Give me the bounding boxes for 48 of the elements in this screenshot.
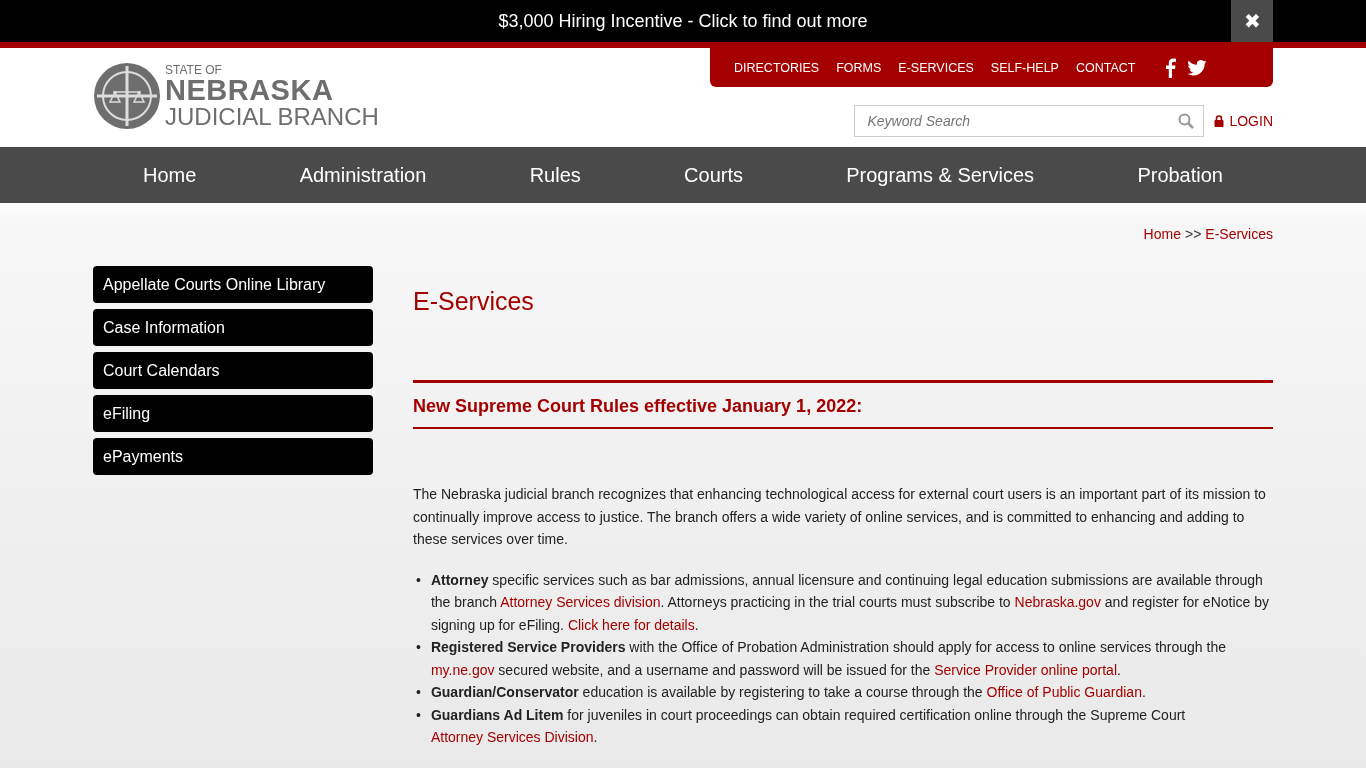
bullet-marker: • [416,638,421,657]
sidebar-item[interactable]: eFiling [93,395,373,432]
close-button[interactable]: ✖ [1231,0,1273,42]
utility-nav-link[interactable]: DIRECTORIES [734,60,820,75]
main-nav-link[interactable]: Home [143,163,197,187]
bullet-marker: • [416,705,421,725]
facebook-icon[interactable] [1164,57,1177,78]
logo-state-text: STATE OF [165,63,223,76]
service-bullet: Guardian/Conservator education is available by registering to take a course through the Office of Public Guardian. [430,683,1147,702]
utility-nav-link[interactable]: E-SERVICES [898,60,974,75]
inline-link[interactable]: Office of Public Guardian [986,684,1142,700]
breadcrumb-link[interactable]: E-Services [1205,226,1273,242]
intro-paragraph: The Nebraska judicial branch recognizes that enhancing technological access for external court users is an important part of its mission to continually improve access to justice. The branch offers a wide variety of online services, and is committed to enhancing and adding to these services over time. [413,485,1267,549]
sidebar-item[interactable]: ePayments [93,438,373,475]
sidebar-item[interactable]: Appellate Courts Online Library [93,266,373,303]
main-nav-link[interactable]: Courts [684,163,743,187]
inline-link[interactable]: my.ne.gov [430,661,495,678]
bullet-marker: • [416,683,421,702]
inline-link[interactable]: Nebraska.gov [1014,594,1101,610]
utility-nav-link[interactable]: FORMS [836,60,882,75]
utility-nav-link[interactable]: SELF-HELP [990,60,1059,75]
sidebar-item[interactable]: Court Calendars [93,352,373,389]
main-nav-link[interactable]: Probation [1137,163,1223,187]
sidebar-item[interactable]: Case Information [93,309,373,346]
bullet-marker: • [416,570,421,590]
breadcrumb-link[interactable]: Home [1143,226,1181,242]
utility-nav-link[interactable]: CONTACT [1075,60,1136,75]
inline-link[interactable]: Service Provider online portal [934,661,1117,678]
main-nav-link[interactable]: Administration [299,163,427,187]
seal-icon [93,62,161,130]
main-nav-link[interactable]: Programs & Services [846,163,1035,187]
service-bullet: Attorney specific services such as bar admissions, annual licensure and continuing legal education submissions are available through the branch Attorney Services division. Attorneys practicing in the trial courts must subscribe to Nebraska.gov and register for eNotice by signing up for eFiling. Click here for details. [430,570,1270,635]
main-nav-link[interactable]: Rules [529,163,581,187]
service-bullet: Guardians Ad Litem for juveniles in court proceedings can obtain required certification online through the Supreme Court Attorney Services Division. [430,705,1187,747]
lock-icon [1214,115,1225,127]
breadcrumb-separator: >> [1184,226,1202,242]
hiring-incentive-link[interactable]: $3,000 Hiring Incentive - Click to find out more [498,10,868,32]
logo-branch-text: JUDICIAL BRANCH [165,104,379,129]
inline-link[interactable]: Attorney Services Division [430,729,594,745]
login-link[interactable]: LOGIN [1214,113,1273,129]
logo-nebraska-text: NEBRASKA [165,75,335,105]
twitter-icon[interactable] [1187,59,1208,76]
page-title: E-Services [413,287,535,316]
inline-link[interactable]: Click here for details [567,616,695,633]
search-field[interactable]: Keyword Search [854,105,1205,137]
search-icon[interactable] [1178,113,1195,129]
notice-heading: New Supreme Court Rules effective January 1, 2022: [413,380,1273,429]
service-bullet: Registered Service Providers with the Office of Probation Administration should apply for access to online services through the my.ne.gov secured website, and a username and password will be issued for the Service Provider online portal. [430,638,1227,680]
